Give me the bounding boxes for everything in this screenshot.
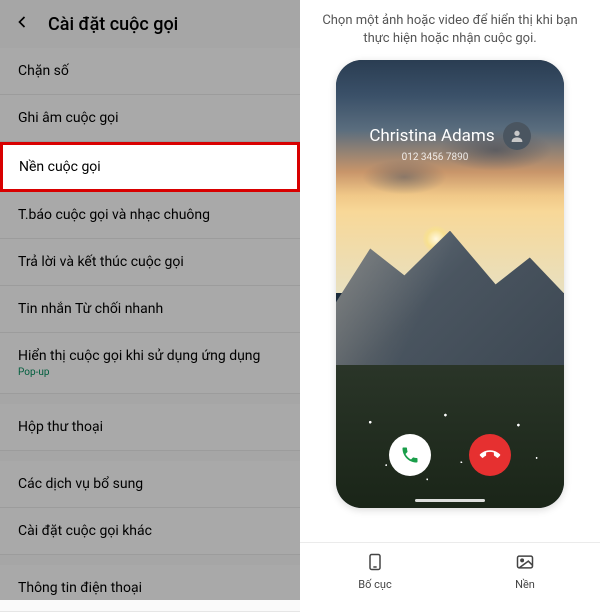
description: Chọn một ảnh hoặc video để hiển thị khi … xyxy=(300,0,600,56)
tab-background[interactable]: Nền xyxy=(450,543,600,600)
tab-label: Nền xyxy=(515,578,535,591)
caller-name-text: Christina Adams xyxy=(369,126,494,146)
item-other-settings[interactable]: Cài đặt cuộc gọi khác xyxy=(0,508,300,555)
item-answer-end[interactable]: Trả lời và kết thúc cuộc gọi xyxy=(0,239,300,286)
preview-container: Christina Adams 012 3456 7890 xyxy=(300,56,600,542)
settings-list: Chặn số Ghi âm cuộc gọi Nền cuộc gọi T.b… xyxy=(0,48,300,612)
settings-panel: Cài đặt cuộc gọi Chặn số Ghi âm cuộc gọi… xyxy=(0,0,300,600)
item-alerts-ringtones[interactable]: T.báo cuộc gọi và nhạc chuông xyxy=(0,192,300,239)
tab-label: Bố cục xyxy=(358,578,391,591)
item-call-background[interactable]: Nền cuộc gọi xyxy=(0,142,300,192)
back-icon[interactable] xyxy=(12,12,48,36)
item-quick-decline[interactable]: Tin nhắn Từ chối nhanh xyxy=(0,286,300,333)
item-block-numbers[interactable]: Chặn số xyxy=(0,48,300,95)
caller-number: 012 3456 7890 xyxy=(336,152,534,163)
phone-preview[interactable]: Christina Adams 012 3456 7890 xyxy=(336,60,564,508)
reject-button[interactable] xyxy=(469,434,511,476)
call-buttons xyxy=(336,434,564,476)
layout-icon xyxy=(365,552,385,575)
page-title: Cài đặt cuộc gọi xyxy=(48,14,178,35)
header: Cài đặt cuộc gọi xyxy=(0,0,300,48)
avatar xyxy=(503,122,531,150)
accept-button[interactable] xyxy=(389,434,431,476)
home-indicator xyxy=(415,499,485,502)
bottom-tabs: Bố cục Nền xyxy=(300,542,600,600)
item-supplementary[interactable]: Các dịch vụ bổ sung xyxy=(0,461,300,508)
image-icon xyxy=(515,552,535,575)
background-panel: Chọn một ảnh hoặc video để hiển thị khi … xyxy=(300,0,600,600)
item-voicemail[interactable]: Hộp thư thoại xyxy=(0,404,300,451)
caller-info: Christina Adams 012 3456 7890 xyxy=(336,122,564,163)
item-record-calls[interactable]: Ghi âm cuộc gọi xyxy=(0,95,300,142)
bg-clouds xyxy=(336,96,564,230)
item-subtext: Pop-up xyxy=(18,367,282,378)
tab-layout[interactable]: Bố cục xyxy=(300,543,450,600)
item-phone-info[interactable]: Thông tin điện thoại xyxy=(0,565,300,612)
item-call-display[interactable]: Hiển thị cuộc gọi khi sử dụng ứng dụng P… xyxy=(0,333,300,394)
